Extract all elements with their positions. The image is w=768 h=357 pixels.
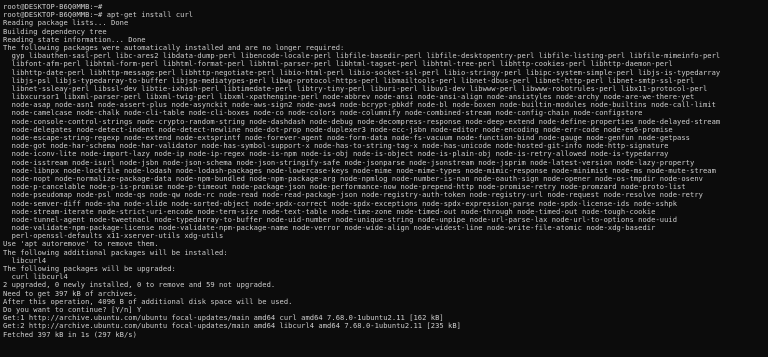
terminal-line: Do you want to continue? [Y/n] Y [3,305,142,314]
terminal-line: Reading package lists... Done [3,19,129,28]
terminal-line: node-asap node-asn1 node-assert-plus nod… [3,101,716,110]
terminal-line: Building dependency tree [3,27,107,36]
terminal-line: perl-openssl-defaults x11-xserver-utils … [3,232,224,241]
terminal-line: node-pseudomap node-psl node-qs node-qw … [3,191,703,200]
terminal-line: node-nopt node-normalize-package-data no… [3,174,703,183]
terminal-line: After this operation, 4096 B of addition… [3,297,293,306]
terminal-line: node-isstream node-isurl node-jsbn node-… [3,158,695,167]
terminal-line: node-iconv-lite node-import-lazy node-ip… [3,150,669,159]
terminal-line: Need to get 397 kB of archives. [3,289,137,298]
terminal-line: node-libnpx node-lockfile node-lodash no… [3,166,716,175]
terminal-line: Get:1 http://archive.ubuntu.com/ubuntu f… [3,314,444,323]
terminal-line: node-escape-string-regexp node-extend no… [3,134,691,142]
terminal-line: Reading state information... Done [3,35,146,44]
terminal-line: Fetched 397 kB in 1s (297 kB/s) [3,330,137,339]
terminal-line: The following packages were automaticall… [3,43,345,52]
terminal-line: node-got node-har-schema node-har-valida… [3,142,669,151]
terminal-line: node-p-cancelable node-p-is-promise node… [3,183,686,192]
terminal-line: curl libcurl4 [3,273,68,282]
terminal-line: gyp libauthen-sasl-perl libc-ares2 libda… [3,52,721,61]
terminal-line: Get:2 http://archive.ubuntu.com/ubuntu f… [3,322,462,331]
terminal-line: node-delegates node-detect-indent node-d… [3,125,673,134]
terminal-line: Use 'apt autoremove' to remove them. [3,240,159,249]
terminal-line: node-tunnel-agent node-tweetnacl node-ty… [3,215,678,224]
terminal-line: The following additional packages will b… [3,248,228,257]
terminal-line: libxcursor1 libxml-parser-perl libxml-tw… [3,93,695,102]
terminal-line: node-stream-iterate node-strict-uri-enco… [3,207,656,216]
terminal-line: 2 upgraded, 0 newly installed, 0 to remo… [3,281,276,290]
terminal-line: root@DESKTOP-B6Q0MMB:~# apt-get install … [3,11,194,20]
terminal-line: libjs-psl libjs-typedarray-to-buffer lib… [3,76,695,85]
terminal-line: libfont-afm-perl libhtml-form-perl libht… [3,60,673,69]
terminal-line: node-console-control-strings node-crypto… [3,117,721,126]
terminal-line: root@DESKTOP-B6Q0MMB:~# [3,3,103,11]
terminal-line: node-validate-npm-package-license node-v… [3,224,656,233]
terminal-line: node-camelcase node-chalk node-cli-table… [3,109,643,118]
terminal-line: libnet-ssleay-perl libssl-dev libtie-ixh… [3,84,708,93]
terminal-line: libcurl4 [3,256,47,265]
terminal-line: libhttp-date-perl libhttp-message-perl l… [3,68,721,77]
terminal-output[interactable]: root@DESKTOP-B6Q0MMB:~# root@DESKTOP-B6Q… [0,0,768,357]
terminal-line: The following packages will be upgraded: [3,265,176,273]
terminal-line: node-semver-diff node-sha node-slide nod… [3,199,678,208]
